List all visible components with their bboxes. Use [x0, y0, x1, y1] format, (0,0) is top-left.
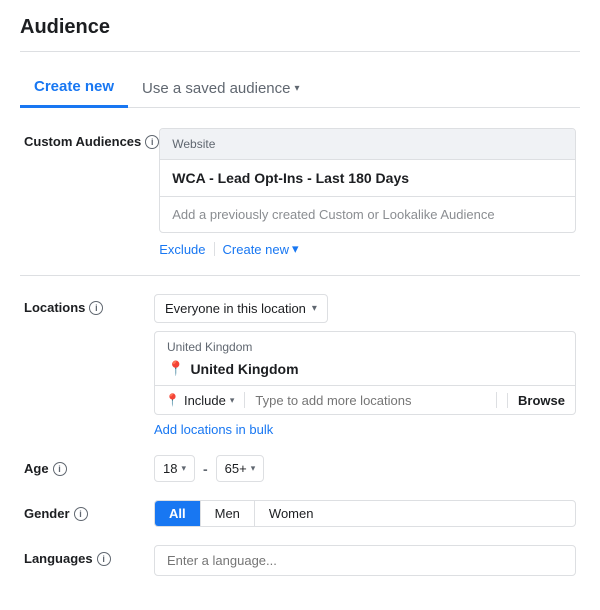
tab-create-new[interactable]: Create new	[20, 68, 128, 108]
include-chevron-icon: ▾	[230, 395, 235, 406]
gender-men-button[interactable]: Men	[201, 501, 255, 526]
age-info-icon[interactable]: i	[53, 462, 67, 476]
location-search-input[interactable]	[255, 393, 486, 408]
languages-content	[154, 545, 576, 576]
add-locations-bulk-button[interactable]: Add locations in bulk	[154, 422, 273, 437]
locations-row: Locations i Everyone in this location ▾ …	[20, 294, 580, 437]
section-divider-1	[20, 275, 580, 276]
age-content: 18 ▾ - 65+ ▾	[154, 455, 576, 482]
audience-panel: Audience Create new Use a saved audience…	[0, 0, 600, 610]
gender-all-button[interactable]: All	[155, 501, 201, 526]
saved-audience-chevron-icon: ▾	[294, 83, 299, 94]
audience-box-placeholder[interactable]: Add a previously created Custom or Looka…	[160, 197, 575, 232]
location-item: 📍 United Kingdom	[155, 356, 575, 386]
age-min-chevron-icon: ▾	[181, 463, 186, 474]
location-type-dropdown[interactable]: Everyone in this location ▾	[154, 294, 328, 323]
gender-row: Gender i All Men Women	[20, 500, 580, 527]
location-country-label: United Kingdom	[155, 332, 575, 356]
create-new-chevron-icon: ▾	[292, 241, 299, 257]
audience-box: Website WCA - Lead Opt-Ins - Last 180 Da…	[159, 128, 576, 233]
location-input-row: 📍 Include ▾ Browse	[155, 386, 575, 414]
location-dropdown-chevron-icon: ▾	[312, 303, 317, 314]
languages-row: Languages i	[20, 545, 580, 576]
actions-divider	[214, 242, 215, 256]
age-max-chevron-icon: ▾	[251, 463, 256, 474]
age-min-dropdown[interactable]: 18 ▾	[154, 455, 195, 482]
audience-actions: Exclude Create new ▾	[159, 241, 576, 257]
languages-label: Languages i	[24, 545, 154, 566]
include-pin-icon: 📍	[165, 393, 180, 407]
locations-label: Locations i	[24, 294, 154, 315]
age-controls: 18 ▾ - 65+ ▾	[154, 455, 576, 482]
create-new-button[interactable]: Create new ▾	[223, 241, 299, 257]
gender-label: Gender i	[24, 500, 154, 521]
audience-box-item: WCA - Lead Opt-Ins - Last 180 Days	[160, 160, 575, 197]
title-divider	[20, 51, 580, 52]
location-pin-icon: 📍	[167, 360, 184, 377]
browse-divider	[496, 392, 497, 408]
language-input[interactable]	[154, 545, 576, 576]
locations-info-icon[interactable]: i	[89, 301, 103, 315]
gender-content: All Men Women	[154, 500, 576, 527]
custom-audiences-content: Website WCA - Lead Opt-Ins - Last 180 Da…	[159, 128, 576, 257]
locations-content: Everyone in this location ▾ United Kingd…	[154, 294, 576, 437]
audience-box-header: Website	[160, 129, 575, 160]
custom-audiences-row: Custom Audiences i Website WCA - Lead Op…	[20, 128, 580, 257]
custom-audiences-info-icon[interactable]: i	[145, 135, 159, 149]
age-label: Age i	[24, 455, 154, 476]
page-title: Audience	[20, 16, 580, 39]
custom-audiences-label: Custom Audiences i	[24, 128, 159, 149]
gender-toggle-group: All Men Women	[154, 500, 576, 527]
age-row: Age i 18 ▾ - 65+ ▾	[20, 455, 580, 482]
exclude-button[interactable]: Exclude	[159, 242, 205, 257]
location-box: United Kingdom 📍 United Kingdom 📍 Includ…	[154, 331, 576, 415]
age-max-dropdown[interactable]: 65+ ▾	[216, 455, 265, 482]
gender-women-button[interactable]: Women	[255, 501, 328, 526]
browse-button[interactable]: Browse	[507, 393, 565, 408]
age-dash: -	[203, 461, 208, 477]
gender-info-icon[interactable]: i	[74, 507, 88, 521]
add-locations-bulk-container: Add locations in bulk	[154, 421, 576, 437]
include-dropdown[interactable]: 📍 Include ▾	[165, 393, 234, 408]
input-divider	[244, 392, 245, 408]
tab-use-saved[interactable]: Use a saved audience ▾	[128, 70, 313, 107]
languages-info-icon[interactable]: i	[97, 552, 111, 566]
audience-tabs: Create new Use a saved audience ▾	[20, 68, 580, 108]
